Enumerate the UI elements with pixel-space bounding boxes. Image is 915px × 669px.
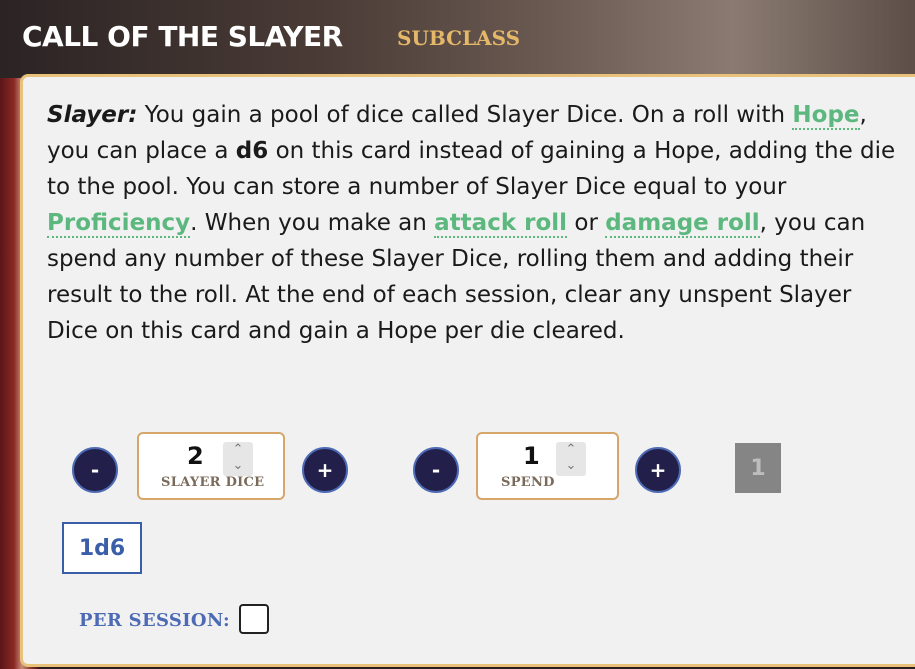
chevron-up-icon[interactable]: ⌃: [223, 442, 253, 458]
keyword-hope-link[interactable]: Hope: [792, 102, 860, 130]
ability-description: Slayer: You gain a pool of dice called S…: [47, 97, 907, 349]
per-session-checkbox[interactable]: [239, 604, 269, 634]
keyword-attack-roll-link[interactable]: attack roll: [434, 210, 568, 238]
page-title: CALL OF THE SLAYER: [22, 20, 343, 53]
spend-decrement-button[interactable]: -: [413, 447, 459, 493]
slayer-dice-value[interactable]: 2: [187, 442, 204, 470]
slayer-dice-increment-button[interactable]: +: [302, 447, 348, 493]
roll-button[interactable]: 1: [735, 443, 781, 493]
per-session-label: PER SESSION:: [79, 610, 230, 631]
chevron-up-icon[interactable]: ⌃: [556, 442, 586, 458]
chevron-down-icon[interactable]: ⌄: [556, 458, 586, 474]
keyword-proficiency-link[interactable]: Proficiency: [47, 210, 191, 238]
spend-label: SPEND: [501, 475, 555, 490]
slayer-dice-counter: 2 ⌃ ⌄ SLAYER DICE: [137, 432, 285, 500]
page-subtitle: SUBCLASS: [397, 26, 521, 50]
desc-text-1: You gain a pool of dice called Slayer Di…: [137, 102, 793, 128]
desc-text-4: . When you make an: [190, 210, 435, 236]
die-button[interactable]: 1d6: [62, 522, 142, 574]
chevron-down-icon[interactable]: ⌄: [223, 458, 253, 474]
slayer-dice-label: SLAYER DICE: [161, 475, 265, 490]
ability-card: Slayer: You gain a pool of dice called S…: [20, 74, 915, 667]
slayer-dice-decrement-button[interactable]: -: [72, 447, 118, 493]
desc-text-5: or: [567, 210, 606, 236]
header: CALL OF THE SLAYER SUBCLASS: [0, 0, 915, 78]
die-type: d6: [235, 138, 269, 164]
keyword-damage-roll-link[interactable]: damage roll: [605, 210, 760, 238]
spend-spinner[interactable]: ⌃ ⌄: [556, 442, 586, 476]
spend-increment-button[interactable]: +: [635, 447, 681, 493]
spend-value[interactable]: 1: [523, 442, 540, 470]
spend-counter: 1 ⌃ ⌄ SPEND: [476, 432, 619, 500]
ability-name: Slayer:: [47, 102, 138, 128]
slayer-dice-spinner[interactable]: ⌃ ⌄: [223, 442, 253, 476]
